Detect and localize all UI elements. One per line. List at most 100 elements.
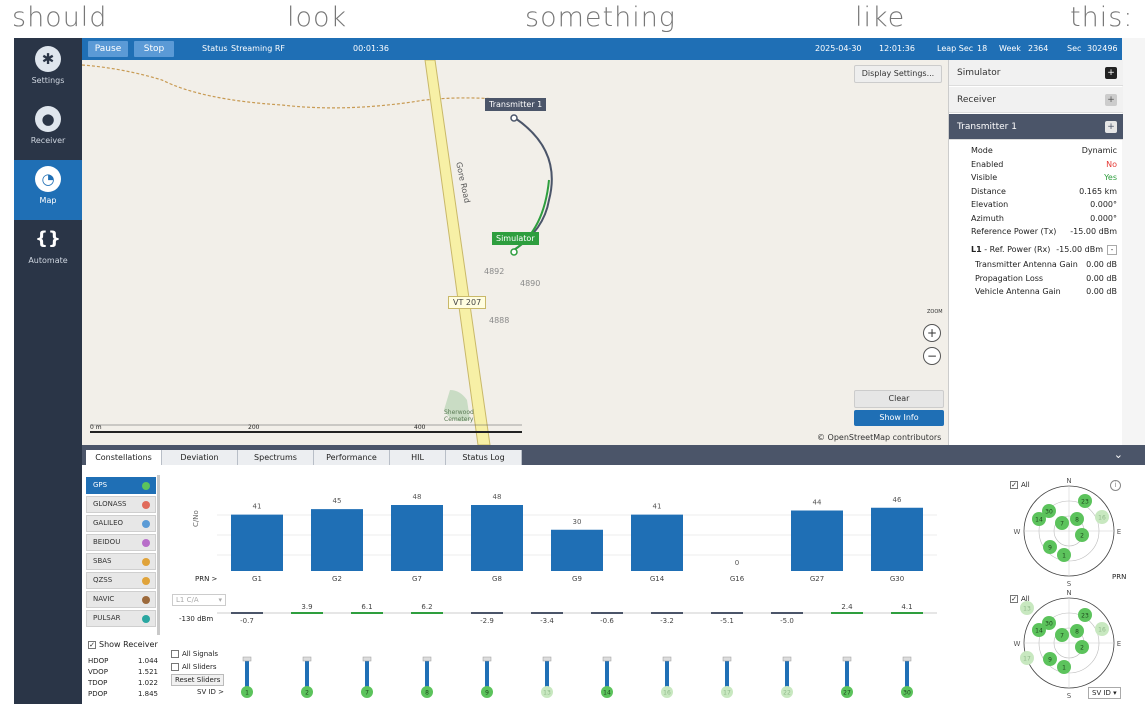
property-value: 0.00 dB xyxy=(1086,273,1117,283)
tab-constellations[interactable]: Constellations xyxy=(86,450,162,465)
satellite-label: 23 xyxy=(1081,613,1089,620)
simulator-label[interactable]: Simulator xyxy=(492,232,539,245)
clear-button[interactable]: Clear xyxy=(854,390,944,408)
constellation-galileo-button[interactable]: GALILEO xyxy=(86,515,156,532)
panel-title: Receiver xyxy=(957,95,996,105)
caption-word: look xyxy=(287,2,348,33)
deviation-value-label: -0.6 xyxy=(600,617,614,625)
constellation-glonass-button[interactable]: GLONASS xyxy=(86,496,156,513)
property-value: 0.00 dB xyxy=(1086,260,1117,269)
map-canvas xyxy=(82,60,553,445)
map-view[interactable]: Display Settings... Transmitter 1 Simula… xyxy=(82,60,948,445)
bar xyxy=(631,514,683,571)
dop-value: 1.845 xyxy=(137,690,158,698)
bar-value-label: 48 xyxy=(413,493,422,501)
property-key: Visible xyxy=(971,173,998,182)
power-slider xyxy=(485,657,489,687)
bar-value-label: 45 xyxy=(333,497,342,505)
power-slider xyxy=(905,657,909,687)
bar xyxy=(231,514,283,571)
sim-date: 2025-04-30 xyxy=(815,44,862,53)
panel-title: Simulator xyxy=(957,68,1001,78)
deviation-value-label: -3.4 xyxy=(540,617,554,625)
sidebar-item-settings[interactable]: ✱ Settings xyxy=(14,40,82,100)
compass-label: S xyxy=(1067,692,1072,700)
zoom-label: ZOOM xyxy=(927,309,943,315)
l1-value: -15.00 dBm xyxy=(1056,245,1103,254)
satellite-label: 2 xyxy=(1080,645,1084,652)
expand-icon[interactable]: + xyxy=(1105,94,1117,106)
property-row: Reference Power (Tx) -15.00 dBm xyxy=(971,227,1117,240)
l1-label: - Ref. Power (Rx) xyxy=(984,245,1051,254)
status-dot-icon xyxy=(142,577,150,585)
constellation-gps-button[interactable]: GPS xyxy=(86,477,156,494)
dop-key: TDOP xyxy=(88,679,108,687)
sidebar-item-receiver[interactable]: ● Receiver xyxy=(14,100,82,160)
slider-handle xyxy=(482,656,492,662)
zoom-out-button[interactable]: − xyxy=(923,347,941,365)
dop-row: HDOP 1.044 xyxy=(88,657,158,665)
l1-band: L1 xyxy=(971,245,982,254)
satellite-label: 2 xyxy=(1080,533,1084,540)
status-dot-icon xyxy=(142,558,150,566)
bar xyxy=(871,507,923,571)
constellation-beidou-button[interactable]: BEIDOU xyxy=(86,534,156,551)
power-slider xyxy=(365,657,369,687)
satellite-label: 14 xyxy=(1035,517,1043,524)
satellite-label: 9 xyxy=(1048,657,1052,664)
satellite-label: 1 xyxy=(1062,553,1066,560)
power-slider xyxy=(305,657,309,687)
prn-tick-label: G8 xyxy=(492,575,502,583)
panel-header-receiver[interactable]: Receiver + xyxy=(949,87,1123,113)
property-value: 0.00 dB xyxy=(1086,287,1117,296)
cno-bar-chart: 41 G1 45 G2 48 G7 48 G8 30 G9 41 G14 0 G16 44 G27 46 G30 -… xyxy=(217,493,937,698)
sv-id-label: 27 xyxy=(843,690,851,697)
trail-path xyxy=(82,64,513,109)
property-value: Yes xyxy=(1104,173,1117,182)
list-scrollbar[interactable] xyxy=(157,475,160,635)
property-value: Dynamic xyxy=(1081,146,1117,155)
poi-label: Sherwood Cemetery xyxy=(444,409,474,423)
property-row: Elevation 0.000° xyxy=(971,200,1117,213)
show-info-button[interactable]: Show Info xyxy=(854,410,944,426)
transmitter-marker xyxy=(510,114,518,122)
constellation-qzss-button[interactable]: QZSS xyxy=(86,572,156,589)
sidebar-item-automate[interactable]: {} Automate xyxy=(14,220,82,280)
collapse-icon[interactable]: - xyxy=(1107,245,1117,255)
pause-button[interactable]: Pause xyxy=(88,41,128,57)
power-slider xyxy=(845,657,849,687)
property-row: Transmitter Antenna Gain 0.00 dB xyxy=(975,260,1117,273)
dop-row: VDOP 1.521 xyxy=(88,668,158,676)
prn-tick-label: G14 xyxy=(650,575,665,583)
zoom-in-button[interactable]: + xyxy=(923,324,941,342)
panel-header-simulator[interactable]: Simulator + xyxy=(949,60,1123,86)
scale-label: 200 xyxy=(248,424,260,431)
constellation-navic-button[interactable]: NAVIC xyxy=(86,591,156,608)
constellation-sbas-button[interactable]: SBAS xyxy=(86,553,156,570)
sv-id-label: 2 xyxy=(305,690,309,697)
deviation-value-label: -3.2 xyxy=(660,617,674,625)
display-settings-button[interactable]: Display Settings... xyxy=(854,65,942,83)
sidebar-item-label: Receiver xyxy=(30,136,66,145)
show-receiver-checkbox[interactable]: ✓ Show Receiver xyxy=(88,640,158,649)
sidebar-item-map[interactable]: ◔ Map xyxy=(14,160,82,220)
compass-label: W xyxy=(1014,528,1021,536)
chevron-down-icon[interactable]: ⌄ xyxy=(1114,448,1123,461)
bar-value-label: 41 xyxy=(253,503,262,511)
slider-handle xyxy=(302,656,312,662)
status-bar: Pause Stop Status Streaming RF 00:01:36 … xyxy=(82,38,1122,60)
panel-title: Transmitter 1 xyxy=(957,122,1017,132)
constellation-label: QZSS xyxy=(93,576,113,584)
constellation-pulsar-button[interactable]: PULSAR xyxy=(86,610,156,627)
sv-id-label: 17 xyxy=(723,690,731,697)
prn-tick-label: G2 xyxy=(332,575,342,583)
expand-icon[interactable]: + xyxy=(1105,121,1117,133)
compass-label: N xyxy=(1066,589,1071,597)
transmitter-label[interactable]: Transmitter 1 xyxy=(485,98,547,111)
stop-button[interactable]: Stop xyxy=(134,41,174,57)
status-dot-icon xyxy=(142,596,150,604)
property-row: Mode Dynamic xyxy=(971,146,1117,159)
expand-icon[interactable]: + xyxy=(1105,67,1117,79)
panel-header-transmitter[interactable]: Transmitter 1 + xyxy=(949,114,1123,140)
sv-id-label: 9 xyxy=(485,690,489,697)
